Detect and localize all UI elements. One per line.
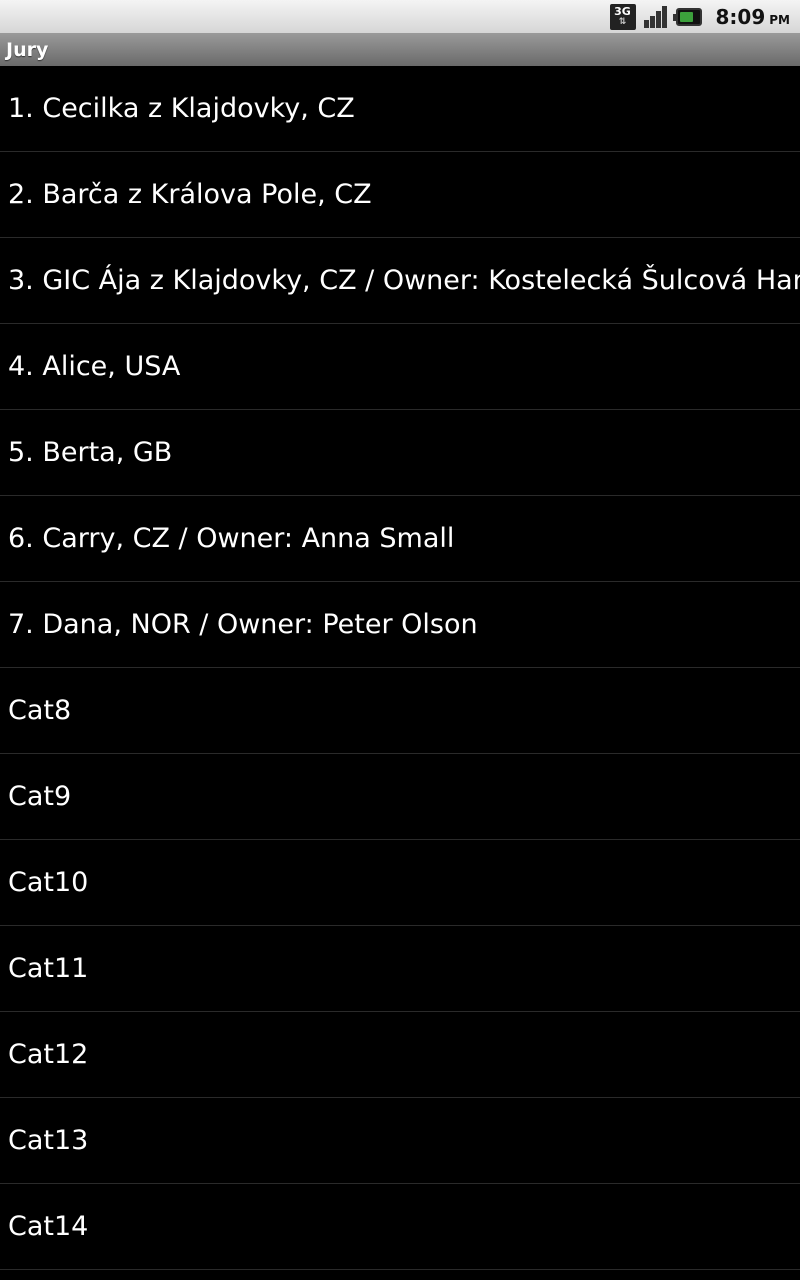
- list-item[interactable]: 2. Barča z Králova Pole, CZ: [0, 152, 800, 238]
- network-type-label: 3G: [614, 4, 631, 18]
- jury-list: 1. Cecilka z Klajdovky, CZ 2. Barča z Kr…: [0, 66, 800, 1270]
- status-bar: 3G ⇅ 8:09 PM: [0, 0, 800, 33]
- status-clock: 8:09 PM: [716, 5, 791, 29]
- clock-ampm: PM: [769, 12, 790, 27]
- list-item[interactable]: 4. Alice, USA: [0, 324, 800, 410]
- signal-strength-icon: [642, 4, 670, 30]
- list-item[interactable]: Cat14: [0, 1184, 800, 1270]
- list-item[interactable]: 7. Dana, NOR / Owner: Peter Olson: [0, 582, 800, 668]
- battery-charging-icon: [672, 7, 702, 26]
- title-bar: Jury: [0, 33, 800, 66]
- list-item[interactable]: Cat10: [0, 840, 800, 926]
- page-title: Jury: [6, 38, 49, 61]
- list-item[interactable]: Cat12: [0, 1012, 800, 1098]
- list-item[interactable]: Cat13: [0, 1098, 800, 1184]
- list-item[interactable]: 6. Carry, CZ / Owner: Anna Small: [0, 496, 800, 582]
- clock-time: 8:09: [715, 4, 766, 29]
- list-item[interactable]: 5. Berta, GB: [0, 410, 800, 496]
- list-item[interactable]: Cat9: [0, 754, 800, 840]
- data-arrows-icon: ⇅: [618, 16, 627, 27]
- list-item[interactable]: 1. Cecilka z Klajdovky, CZ: [0, 66, 800, 152]
- network-3g-icon: 3G ⇅: [609, 3, 636, 30]
- list-item[interactable]: Cat8: [0, 668, 800, 754]
- list-item[interactable]: Cat11: [0, 926, 800, 1012]
- list-item[interactable]: 3. GIC Ája z Klajdovky, CZ / Owner: Kost…: [0, 238, 800, 324]
